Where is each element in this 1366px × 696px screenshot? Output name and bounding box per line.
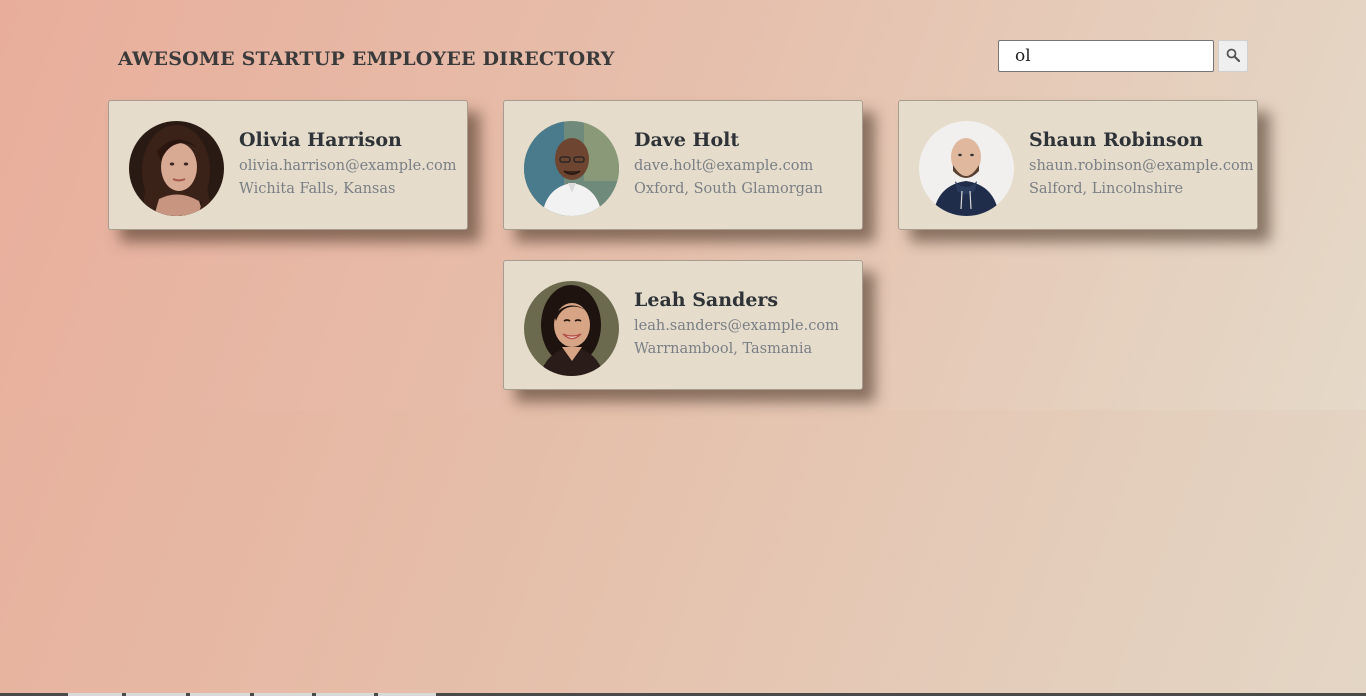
- avatar: [524, 281, 619, 376]
- card-info: Shaun Robinson shaun.robinson@example.co…: [1029, 129, 1254, 201]
- employee-location: Wichita Falls, Kansas: [239, 181, 396, 197]
- employee-email: leah.sanders@example.com: [634, 318, 839, 334]
- avatar: [524, 121, 619, 216]
- employee-card[interactable]: Olivia Harrison olivia.harrison@example.…: [108, 100, 468, 230]
- employee-email: dave.holt@example.com: [634, 158, 814, 174]
- search-icon: [1226, 48, 1241, 65]
- employee-location: Warrnambool, Tasmania: [634, 341, 813, 357]
- employee-email: olivia.harrison@example.com: [239, 158, 457, 174]
- card-info: Dave Holt dave.holt@example.com Oxford, …: [634, 129, 859, 201]
- employee-card[interactable]: Leah Sanders leah.sanders@example.com Wa…: [503, 260, 863, 390]
- employee-name: Shaun Robinson: [1029, 129, 1204, 151]
- card-info: Leah Sanders leah.sanders@example.com Wa…: [634, 289, 859, 361]
- employee-email: shaun.robinson@example.com: [1029, 158, 1254, 174]
- search-button[interactable]: [1218, 40, 1248, 72]
- employee-location: Oxford, South Glamorgan: [634, 181, 823, 197]
- card-info: Olivia Harrison olivia.harrison@example.…: [239, 129, 464, 201]
- employee-name: Dave Holt: [634, 129, 740, 151]
- avatar: [129, 121, 224, 216]
- employee-name: Leah Sanders: [634, 289, 779, 311]
- employee-card[interactable]: Shaun Robinson shaun.robinson@example.co…: [898, 100, 1258, 230]
- page-title: AWESOME STARTUP EMPLOYEE DIRECTORY: [118, 48, 615, 70]
- search-form: [998, 40, 1248, 72]
- avatar: [919, 121, 1014, 216]
- employee-name: Olivia Harrison: [239, 129, 402, 151]
- employee-card[interactable]: Dave Holt dave.holt@example.com Oxford, …: [503, 100, 863, 230]
- employee-location: Salford, Lincolnshire: [1029, 181, 1184, 197]
- search-input[interactable]: [998, 40, 1214, 72]
